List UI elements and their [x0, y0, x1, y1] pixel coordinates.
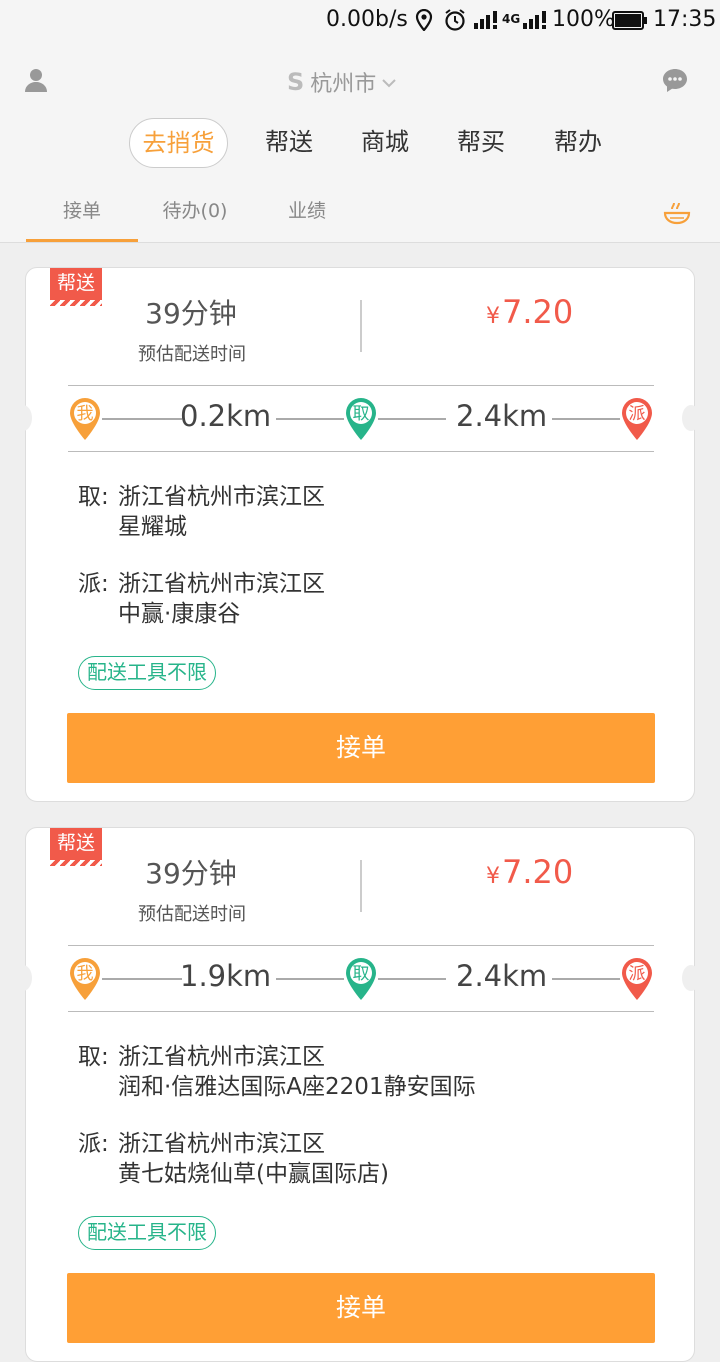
tab-qushaohuo[interactable]: 去捎货 — [129, 118, 228, 168]
price-value: 7.20 — [502, 293, 574, 331]
battery-icon — [612, 11, 648, 37]
price-value: 7.20 — [502, 853, 574, 891]
user-icon[interactable] — [22, 66, 50, 94]
deliver-pin-icon: 派 — [620, 396, 654, 442]
sub-tabs: 接单 待办(0) 业绩 — [0, 192, 720, 242]
me-pin-icon: 我 — [68, 396, 102, 442]
pickup-pin-label: 取 — [352, 404, 370, 424]
vertical-divider — [360, 860, 362, 912]
vertical-divider — [360, 300, 362, 352]
order-type-badge: 帮送 — [50, 268, 102, 306]
chevron-down-icon — [382, 73, 397, 92]
pickup-pin-icon: 取 — [344, 396, 378, 442]
pickup-prefix: 取: — [78, 484, 109, 510]
subtab-daiban[interactable]: 待办(0) — [145, 192, 245, 242]
eta-value: 39分钟 — [145, 297, 237, 330]
location-icon — [414, 8, 434, 37]
delivery-tool-tag: 配送工具不限 — [78, 656, 216, 690]
order-price: ¥7.20 — [486, 293, 573, 331]
route-segment — [102, 978, 182, 980]
network-type: 4G — [502, 12, 521, 26]
clock: 17:35 — [653, 7, 717, 32]
subtab-jiedan[interactable]: 接单 — [26, 192, 138, 242]
order-card: 帮送 39分钟 预估配送时间 ¥7.20 我 0.2km 取 2.4km 派 取… — [14, 267, 700, 802]
order-card: 帮送 39分钟 预估配送时间 ¥7.20 我 1.9km 取 2.4km 派 取… — [14, 827, 700, 1362]
eta-label: 预估配送时间 — [138, 344, 246, 365]
deliver-pin-label: 派 — [628, 404, 646, 424]
pickup-prefix: 取: — [78, 1044, 109, 1070]
deliver-address-line1: 浙江省杭州市滨江区 — [118, 571, 325, 597]
deliver-pin-label: 派 — [628, 964, 646, 984]
me-pin-label: 我 — [76, 404, 94, 424]
deliver-address-line2: 黄七姑烧仙草(中赢国际店) — [118, 1161, 389, 1187]
message-icon[interactable] — [662, 67, 688, 93]
route-segment — [102, 418, 182, 420]
network-speed: 0.00b/s — [326, 7, 408, 32]
distance-pickup-deliver: 2.4km — [456, 399, 548, 433]
eta-label: 预估配送时间 — [138, 904, 246, 925]
main-tabs: 去捎货 帮送 商城 帮买 帮办 — [0, 118, 720, 168]
subtab-yeji[interactable]: 业绩 — [270, 192, 344, 242]
signal-icon — [473, 10, 499, 36]
card-notch — [14, 965, 32, 991]
tab-bangsong[interactable]: 帮送 — [258, 118, 320, 168]
bowl-icon[interactable] — [662, 198, 692, 228]
deliver-pin-icon: 派 — [620, 956, 654, 1002]
accept-order-button[interactable]: 接单 — [67, 1273, 655, 1343]
card-notch — [682, 405, 700, 431]
divider — [68, 451, 654, 452]
delivery-tool-tag: 配送工具不限 — [78, 1216, 216, 1250]
distance-me-pickup: 1.9km — [180, 959, 272, 993]
tab-bangmai[interactable]: 帮买 — [450, 118, 512, 168]
pickup-address-line2: 星耀城 — [118, 514, 187, 540]
signal-4g-icon — [522, 10, 548, 36]
card-notch — [682, 965, 700, 991]
tab-bangban[interactable]: 帮办 — [547, 118, 609, 168]
tab-shangcheng[interactable]: 商城 — [354, 118, 416, 168]
distance-me-pickup: 0.2km — [180, 399, 272, 433]
divider — [68, 385, 654, 386]
eta-value: 39分钟 — [145, 857, 237, 890]
header: S 杭州市 去捎货 帮送 商城 帮买 帮办 接单 待办(0) 业绩 — [0, 42, 720, 242]
status-bar: 0.00b/s 4G 100% 17:35 — [0, 0, 720, 42]
order-price: ¥7.20 — [486, 853, 573, 891]
pickup-address-line2: 润和·信雅达国际A座2201静安国际 — [118, 1074, 476, 1100]
divider — [68, 945, 654, 946]
battery-percent: 100% — [552, 7, 615, 32]
deliver-prefix: 派: — [78, 571, 109, 597]
route-segment — [276, 978, 344, 980]
app-logo: S — [287, 68, 305, 96]
alarm-icon — [443, 9, 467, 37]
deliver-prefix: 派: — [78, 1131, 109, 1157]
currency-symbol: ¥ — [486, 304, 500, 329]
route-segment — [276, 418, 344, 420]
route-segment — [552, 418, 620, 420]
route-segment — [378, 418, 446, 420]
currency-symbol: ¥ — [486, 864, 500, 889]
pickup-address-line1: 浙江省杭州市滨江区 — [118, 1044, 325, 1070]
order-type-badge: 帮送 — [50, 828, 102, 866]
me-pin-icon: 我 — [68, 956, 102, 1002]
accept-order-button[interactable]: 接单 — [67, 713, 655, 783]
route-segment — [378, 978, 446, 980]
header-divider — [0, 242, 720, 243]
divider — [68, 1011, 654, 1012]
pickup-pin-label: 取 — [352, 964, 370, 984]
pickup-pin-icon: 取 — [344, 956, 378, 1002]
deliver-address-line1: 浙江省杭州市滨江区 — [118, 1131, 325, 1157]
city-name: 杭州市 — [310, 72, 377, 97]
pickup-address-line1: 浙江省杭州市滨江区 — [118, 484, 325, 510]
deliver-address-line2: 中赢·康康谷 — [118, 601, 241, 627]
route-segment — [552, 978, 620, 980]
city-selector[interactable]: S 杭州市 — [287, 66, 397, 98]
me-pin-label: 我 — [76, 964, 94, 984]
card-notch — [14, 405, 32, 431]
distance-pickup-deliver: 2.4km — [456, 959, 548, 993]
